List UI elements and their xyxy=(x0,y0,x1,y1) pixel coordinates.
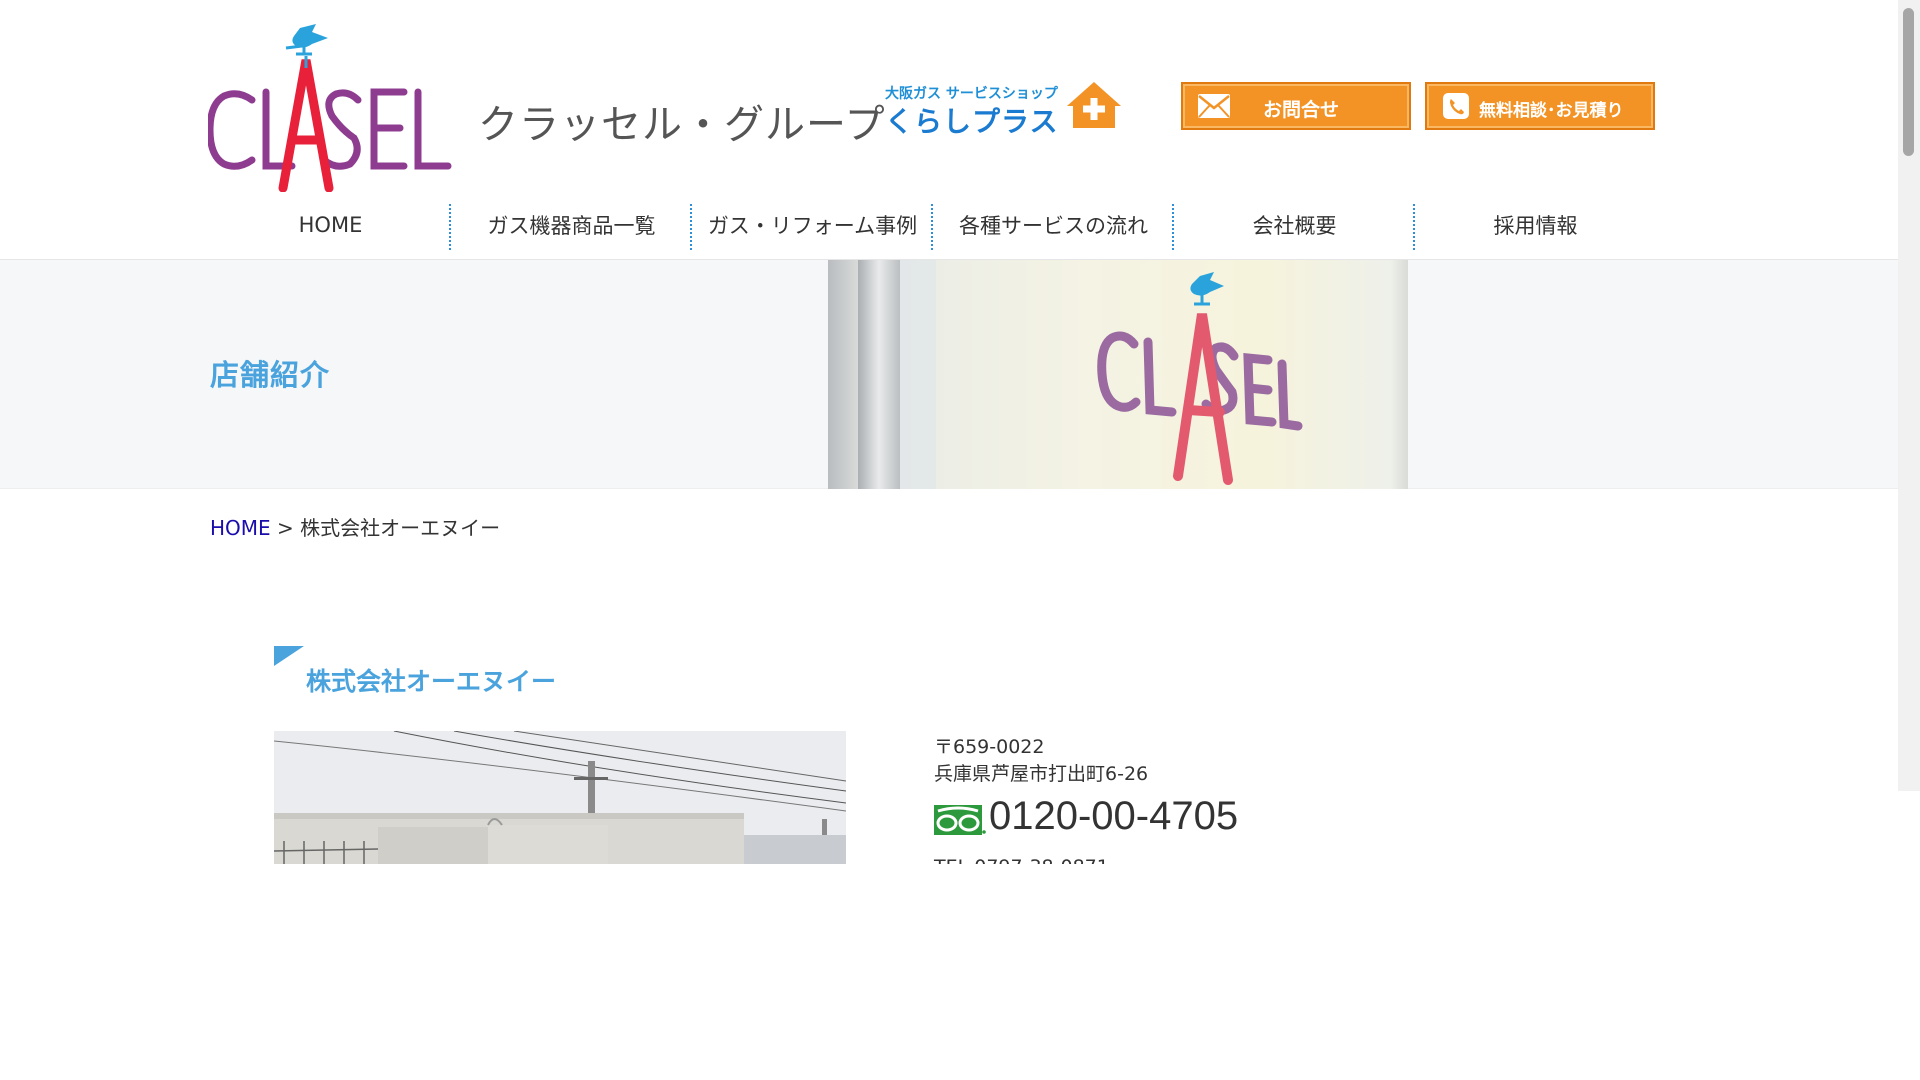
breadcrumb-home-link[interactable]: HOME xyxy=(210,516,271,540)
partner-name: くらしプラス xyxy=(885,105,1059,138)
site-logo[interactable] xyxy=(206,20,458,193)
page-title: 店舗紹介 xyxy=(210,358,331,392)
main-nav: HOME ガス機器商品一覧 ガス・リフォーム事例 各種サービスの流れ 会社概要 … xyxy=(210,200,1660,250)
nav-item-gas-products[interactable]: ガス機器商品一覧 xyxy=(451,200,692,250)
breadcrumb-separator: > xyxy=(270,516,301,540)
freedial-number[interactable]: 0120-00-4705 xyxy=(989,794,1238,839)
contact-button-label: お問合せ xyxy=(1263,99,1340,121)
scrollbar-thumb[interactable] xyxy=(1903,8,1914,156)
house-icon xyxy=(1067,82,1121,128)
nav-item-recruit[interactable]: 採用情報 xyxy=(1415,200,1656,250)
heading-marker-icon xyxy=(274,646,304,666)
vertical-scrollbar[interactable] xyxy=(1898,0,1920,791)
blank-area xyxy=(0,864,1920,1080)
contact-button[interactable]: お問合せ xyxy=(1181,82,1411,130)
store-photo xyxy=(274,731,846,864)
bird-icon xyxy=(285,24,328,56)
store-address: 兵庫県芦屋市打出町6-26 xyxy=(934,763,1149,785)
breadcrumb-current: 株式会社オーエヌイー xyxy=(300,516,501,540)
postal-code: 〒659-0022 xyxy=(934,736,1045,758)
breadcrumb: HOME > 株式会社オーエヌイー xyxy=(210,512,500,541)
consultation-button[interactable]: 無料相談･お見積り xyxy=(1425,82,1655,130)
consultation-button-label: 無料相談･お見積り xyxy=(1479,101,1624,121)
nav-item-reform-cases[interactable]: ガス・リフォーム事例 xyxy=(692,200,933,250)
hero-sign-image xyxy=(828,260,1408,489)
store-name-heading: 株式会社オーエヌイー xyxy=(306,667,557,696)
page-hero: 店舗紹介 xyxy=(0,260,1898,489)
nav-item-service-flow[interactable]: 各種サービスの流れ xyxy=(933,200,1174,250)
page-viewport: クラッセル・グループ 大阪ガス サービスショップ くらしプラス お問合せ 無料相… xyxy=(0,0,1898,864)
nav-item-company[interactable]: 会社概要 xyxy=(1174,200,1415,250)
phone-icon xyxy=(1443,93,1469,119)
freedial-icon xyxy=(934,805,986,835)
nav-item-home[interactable]: HOME xyxy=(210,200,451,250)
tel-number[interactable]: TEL 0797-38-0871 xyxy=(934,856,1109,864)
partner-logo[interactable]: 大阪ガス サービスショップ くらしプラス xyxy=(885,78,1125,138)
mail-icon xyxy=(1198,94,1230,118)
logo-subtitle: クラッセル・グループ xyxy=(478,102,886,148)
